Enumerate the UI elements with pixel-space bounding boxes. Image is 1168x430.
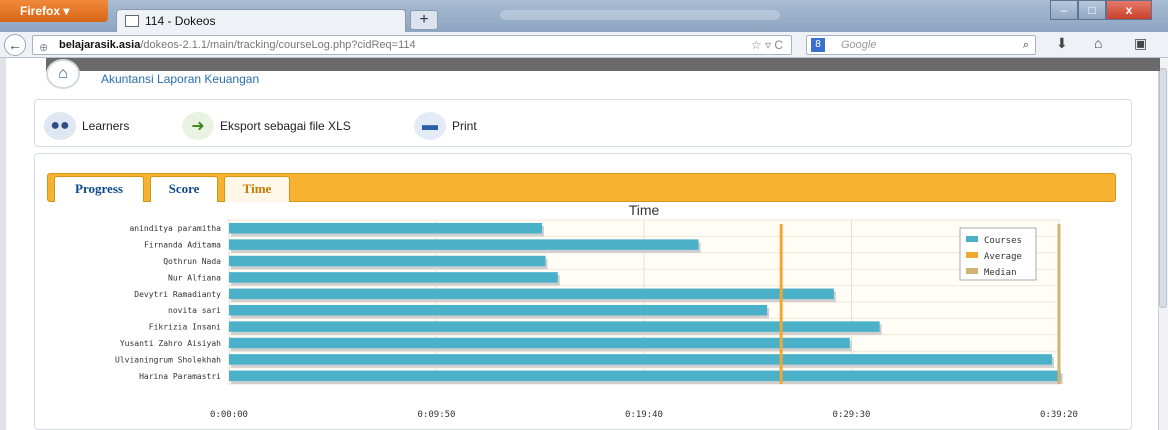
x-tick-label: 0:29:30 [833, 410, 871, 420]
course-title[interactable]: Akuntansi Laporan Keuangan [101, 72, 259, 86]
bar [229, 288, 834, 300]
bar [229, 239, 699, 250]
print-button[interactable]: ▬ Print [414, 112, 477, 140]
bar [229, 222, 543, 234]
url-bar[interactable]: ⊕ belajarasik.asia/dokeos-2.1.1/main/tra… [32, 35, 792, 55]
export-label: Eksport sebagai file XLS [220, 119, 351, 133]
search-box[interactable]: 8 Google ⌕ [806, 35, 1036, 55]
firefox-menu-button[interactable]: Firefox ▾ [0, 0, 108, 22]
legend-label: Courses [984, 236, 1022, 246]
url-path: /dokeos-2.1.1/main/tracking/courseLog.ph… [140, 39, 416, 51]
bar [229, 370, 1061, 382]
x-tick-label: 0:19:40 [625, 410, 663, 420]
navigation-bar: ← ⊕ belajarasik.asia/dokeos-2.1.1/main/t… [0, 32, 1168, 58]
time-chart: Time 0:00:00 0:09:50 0:19:40 0:29:30 0:39:20 a… [115, 202, 1078, 420]
window-title-blurred [500, 10, 780, 20]
search-icon[interactable]: ⌕ [1023, 36, 1029, 54]
url-host: belajarasik.asia [59, 39, 141, 51]
category-label: novita sari [168, 306, 221, 315]
bar [229, 337, 850, 349]
bookmark-star-icon[interactable]: ☆ ▿ C [751, 36, 783, 54]
x-tick-label: 0:09:50 [418, 410, 456, 420]
course-header-bar [46, 58, 1160, 71]
bar [229, 272, 558, 283]
search-placeholder: Google [841, 39, 877, 51]
category-label: Firnanda Aditama [144, 241, 221, 250]
category-label: aninditya paramitha [129, 224, 221, 233]
legend-label: Median [984, 268, 1017, 278]
scrollbar-thumb[interactable] [1159, 68, 1167, 308]
house-icon: ⌂ [58, 65, 68, 82]
download-icon[interactable]: ⬇ [1056, 35, 1068, 52]
menu-icon[interactable]: ▣ [1134, 35, 1147, 52]
back-button[interactable]: ← [4, 34, 26, 56]
x-tick-label: 0:39:20 [1040, 410, 1078, 420]
bar [229, 304, 768, 316]
minimize-button[interactable]: – [1050, 0, 1078, 20]
legend-label: Average [984, 252, 1022, 262]
maximize-button[interactable]: □ [1078, 0, 1106, 20]
legend-swatch [966, 236, 978, 242]
title-bar: Firefox ▾ 114 - Dokeos + – □ x [0, 0, 1168, 32]
new-tab-button[interactable]: + [410, 10, 438, 30]
legend-swatch [966, 252, 978, 258]
learners-button[interactable]: ●● Learners [44, 112, 129, 140]
page-icon [125, 15, 139, 27]
bar [229, 354, 1052, 365]
category-label: Devytri Ramadianty [134, 290, 221, 299]
users-icon: ●● [44, 112, 76, 140]
chart-title: Time [629, 202, 660, 218]
printer-icon: ▬ [414, 112, 446, 140]
back-arrow-icon: ← [8, 37, 22, 53]
category-label: Yusanti Zahro Aisiyah [120, 339, 221, 348]
export-icon: ➜ [182, 112, 214, 140]
tab-progress[interactable]: Progress [54, 176, 144, 202]
legend-swatch [966, 268, 978, 274]
search-engine-icon[interactable]: 8 [811, 38, 825, 52]
globe-icon: ⊕ [39, 42, 49, 54]
category-label: Harina Paramastri [139, 372, 221, 381]
category-label: Qothrun Nada [163, 257, 221, 266]
close-button[interactable]: x [1106, 0, 1152, 20]
bar [229, 255, 546, 267]
category-label: Ulvianingrum Sholekhah [115, 355, 221, 364]
tab-score[interactable]: Score [150, 176, 218, 202]
course-home-button[interactable]: ⌂ [46, 59, 80, 89]
browser-tab[interactable]: 114 - Dokeos [116, 9, 406, 32]
learners-label: Learners [82, 119, 130, 133]
home-icon[interactable]: ⌂ [1094, 35, 1102, 51]
tab-title: 114 - Dokeos [145, 14, 216, 28]
category-label: Fikrizia Insani [149, 323, 221, 332]
print-label: Print [452, 119, 477, 133]
x-tick-label: 0:00:00 [210, 410, 248, 420]
export-xls-button[interactable]: ➜ Eksport sebagai file XLS [182, 112, 351, 140]
firefox-menu-label: Firefox [20, 4, 61, 18]
category-label: Nur Alfiana [168, 273, 221, 282]
tab-time[interactable]: Time [224, 176, 290, 202]
